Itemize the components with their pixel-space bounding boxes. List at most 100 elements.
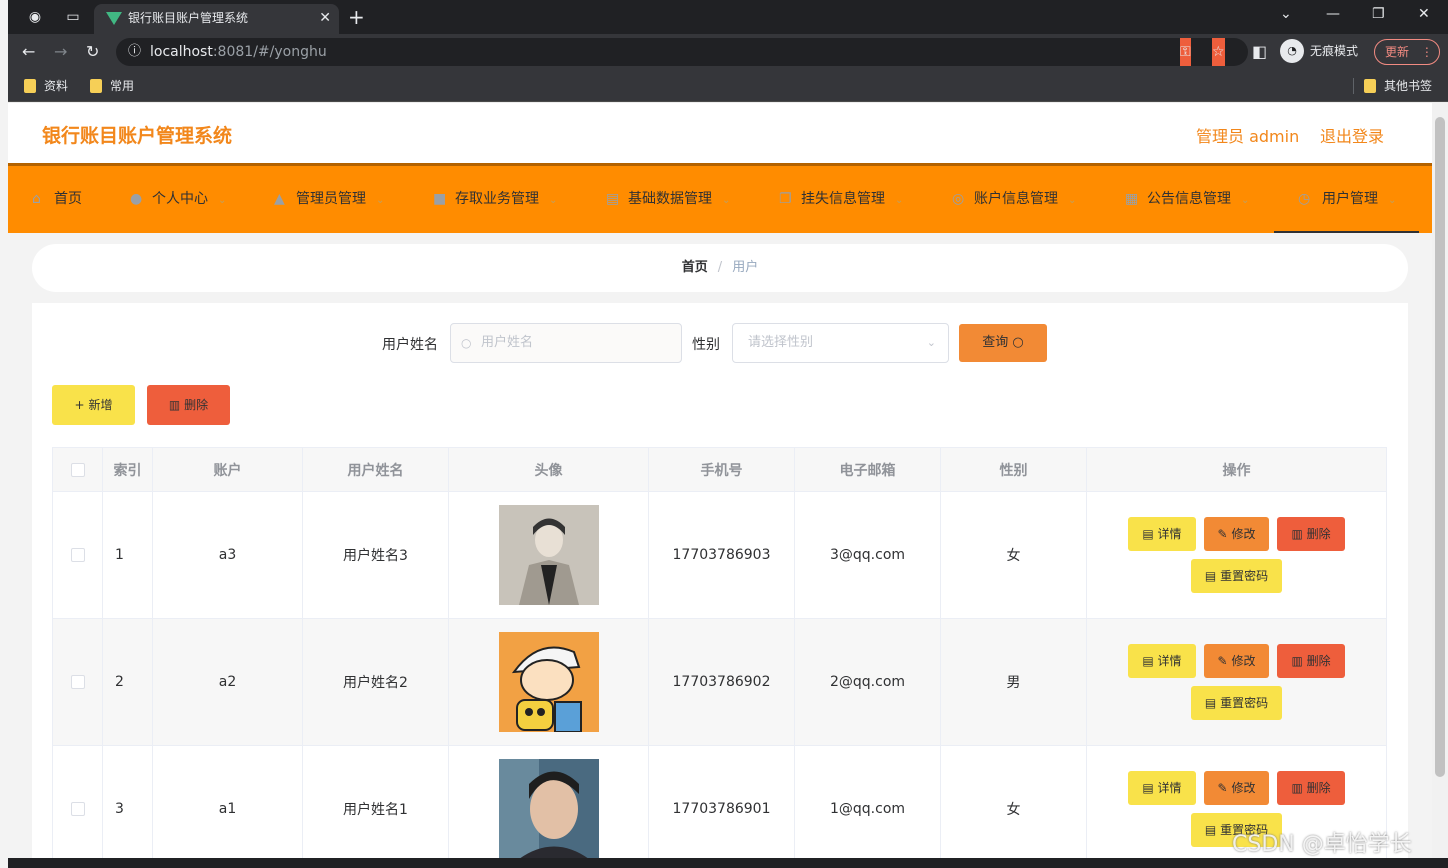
email-cell: 3@qq.com [795,492,941,618]
compass-icon: ◷ [1298,191,1311,207]
menu-item-personal[interactable]: ● 个人中心 ⌄ [130,166,226,233]
table-row: 2 a2 用户姓名2 17703786902 2@qq.com 男 ▤ 详情 ✎… [53,619,1386,746]
delete-button[interactable]: ▥ 删除 [1277,771,1345,805]
page-scrollbar[interactable] [1432,103,1448,868]
index-cell: 2 [103,619,153,745]
bookmark-folder[interactable]: 常用 [90,77,134,95]
avatar[interactable] [498,632,599,732]
detail-button[interactable]: ▤ 详情 [1128,517,1196,551]
batch-delete-button[interactable]: ▥ 删除 [147,385,230,425]
edit-button[interactable]: ✎ 修改 [1203,517,1270,551]
row-checkbox[interactable] [70,548,85,562]
name-search-input[interactable]: ○ 用户姓名 [450,323,682,363]
restore-icon[interactable]: ❐ [1372,6,1385,22]
table-row: 3 a1 用户姓名1 17703786901 1@qq.com 女 ▤ 详情 ✎… [53,746,1386,868]
menu-item-users[interactable]: ◷ 用户管理 ⌄ [1274,166,1419,233]
trash-icon: ▥ [1291,781,1303,795]
menu-label: 存取业务管理 [455,191,539,207]
name-placeholder: 用户姓名 [481,335,534,350]
update-button[interactable]: 更新 ⋮ [1374,39,1440,65]
add-button[interactable]: + 新增 [52,385,135,425]
edit-icon: ✎ [1217,781,1228,795]
trash-icon: ▥ [1291,654,1303,668]
delete-label: 删除 [1306,781,1331,795]
select-all-checkbox[interactable] [70,462,85,477]
delete-button[interactable]: ▥ 删除 [1277,644,1345,678]
new-tab-icon[interactable]: + [348,5,365,29]
app-title: 银行账目账户管理系统 [42,125,233,147]
query-button[interactable]: 查询 ○ [959,324,1047,362]
menu-item-home[interactable]: ⌂ 首页 [32,166,82,233]
globe-icon[interactable]: ◉ [26,8,44,26]
detail-button[interactable]: ▤ 详情 [1128,771,1196,805]
reload-icon[interactable]: ↻ [86,43,99,61]
breadcrumb-current: 用户 [732,260,759,275]
incognito-label: 无痕模式 [1310,44,1359,58]
incognito-indicator[interactable]: ◔ 无痕模式 [1280,39,1358,63]
logout-link[interactable]: 退出登录 [1320,123,1384,147]
detail-label: 详情 [1157,527,1182,541]
edit-label: 修改 [1231,654,1256,668]
key-icon[interactable]: ⚿ [1180,38,1191,66]
edit-button[interactable]: ✎ 修改 [1203,771,1270,805]
row-checkbox[interactable] [70,802,85,816]
edit-icon: ✎ [1217,527,1228,541]
menu-item-notice[interactable]: ▦ 公告信息管理 ⌄ [1125,166,1249,233]
account-cell: a3 [153,492,303,618]
menu-item-admin[interactable]: ▲ 管理员管理 ⌄ [274,166,384,233]
edit-label: 修改 [1231,527,1256,541]
sidepanel-icon[interactable]: ◧ [1252,43,1267,61]
browser-window: ◉ ▭ 银行账目账户管理系统 ✕ + ⌄ — ❐ ✕ ← → ↻ ⓘ local… [8,0,1448,868]
info-icon[interactable]: ⓘ [128,38,141,66]
browser-tab[interactable]: 银行账目账户管理系统 ✕ [94,4,339,34]
reset-password-button[interactable]: ▤ 重置密码 [1190,559,1283,593]
breadcrumb-home[interactable]: 首页 [682,260,708,275]
delete-button[interactable]: ▥ 删除 [1277,517,1345,551]
document-icon: ▤ [1204,823,1217,837]
close-window-icon[interactable]: ✕ [1418,6,1430,22]
menu-item-deposit[interactable]: ■ 存取业务管理 ⌄ [433,166,557,233]
row-select-cell [53,619,103,745]
menu-label: 管理员管理 [296,191,366,207]
row-checkbox[interactable] [70,675,85,689]
clipboard-icon: ▤ [606,191,620,207]
row-select-cell [53,492,103,618]
watermark: CSDN @卓怡学长 [1232,832,1412,857]
star-icon[interactable]: ☆ [1212,38,1225,66]
forward-icon[interactable]: → [54,43,67,61]
chevron-down-icon: ⌄ [895,195,904,206]
gender-select[interactable]: 请选择性别 ⌄ [732,323,949,363]
email-cell: 2@qq.com [795,619,941,745]
scrollbar-thumb[interactable] [1435,117,1445,777]
document-icon: ▤ [1142,654,1154,668]
name-cell: 用户姓名1 [303,746,449,868]
reset-password-button[interactable]: ▤ 重置密码 [1190,686,1283,720]
close-tab-icon[interactable]: ✕ [319,4,331,32]
back-icon[interactable]: ← [22,43,35,61]
menu-item-basedata[interactable]: ▤ 基础数据管理 ⌄ [606,166,730,233]
column-header: 账户 [153,448,303,491]
column-header: 手机号 [649,448,795,491]
avatar[interactable] [498,505,599,605]
detail-button[interactable]: ▤ 详情 [1128,644,1196,678]
window-icon[interactable]: ▭ [64,8,82,26]
index-cell: 3 [103,746,153,868]
url-field[interactable]: ⓘ localhost:8081/#/yonghu ⚿ ☆ [116,38,1248,66]
folder-icon [24,79,36,93]
folder-icon [1364,79,1376,93]
folder-icon [90,79,102,93]
operations-cell: ▤ 详情 ✎ 修改 ▥ 删除 ▤ 重置密码 [1087,492,1386,618]
bookmark-folder[interactable]: 资料 [24,77,68,95]
menu-item-account[interactable]: ◎ 账户信息管理 ⌄ [952,166,1076,233]
chevron-down-icon[interactable]: ⌄ [1280,6,1292,22]
grid-icon: ▦ [1125,191,1139,207]
column-header: 用户姓名 [303,448,449,491]
menu-item-loss[interactable]: ❐ 挂失信息管理 ⌄ [779,166,903,233]
edit-button[interactable]: ✎ 修改 [1203,644,1270,678]
email-cell: 1@qq.com [795,746,941,868]
other-bookmarks[interactable]: 其他书签 [1364,77,1432,95]
reset-label: 重置密码 [1220,696,1269,710]
minimize-icon[interactable]: — [1326,6,1340,22]
reset-label: 重置密码 [1220,569,1269,583]
avatar[interactable] [498,759,599,859]
